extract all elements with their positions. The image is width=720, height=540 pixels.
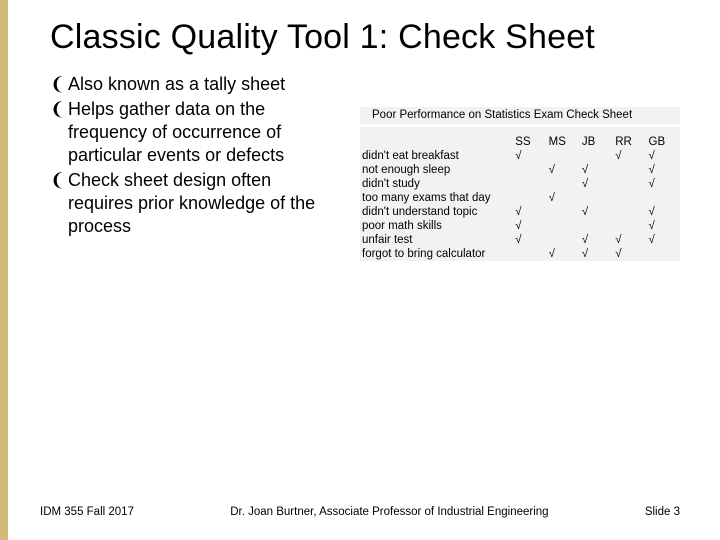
check-cell: √ (547, 191, 580, 205)
reason-cell: didn't eat breakfast (360, 149, 513, 163)
check-cell (513, 247, 546, 261)
check-cell (613, 191, 646, 205)
table-header-blank (360, 135, 513, 149)
table-row: not enough sleep√√√ (360, 163, 680, 177)
table-row: poor math skills√√ (360, 219, 680, 233)
check-cell: √ (580, 247, 613, 261)
check-cell (647, 191, 680, 205)
footer-center: Dr. Joan Burtner, Associate Professor of… (134, 506, 645, 518)
table-row: didn't eat breakfast√√√ (360, 149, 680, 163)
check-cell (580, 219, 613, 233)
reason-cell: didn't understand topic (360, 205, 513, 219)
table-row: didn't understand topic√√√ (360, 205, 680, 219)
check-cell: √ (647, 219, 680, 233)
bullet-text: Also known as a tally sheet (68, 73, 338, 96)
check-cell (580, 191, 613, 205)
check-cell (547, 233, 580, 247)
reason-cell: forgot to bring calculator (360, 247, 513, 261)
table-caption: Poor Performance on Statistics Exam Chec… (360, 107, 680, 124)
check-cell: √ (547, 247, 580, 261)
check-cell (513, 177, 546, 191)
check-cell (613, 219, 646, 233)
table-header-cell: RR (613, 135, 646, 149)
table-row: didn't study √ √ (360, 177, 680, 191)
check-cell (647, 247, 680, 261)
table-row: too many exams that day √ (360, 191, 680, 205)
check-cell (547, 219, 580, 233)
check-cell: √ (513, 233, 546, 247)
check-cell: √ (580, 163, 613, 177)
bullet-mark-icon: ❨ (50, 169, 68, 238)
check-cell: √ (613, 233, 646, 247)
reason-cell: not enough sleep (360, 163, 513, 177)
check-sheet-table: Poor Performance on Statistics Exam Chec… (360, 107, 680, 261)
footer-right: Slide 3 (645, 506, 680, 518)
reason-cell: poor math skills (360, 219, 513, 233)
check-cell (613, 205, 646, 219)
check-cell: √ (513, 219, 546, 233)
check-cell (613, 163, 646, 177)
check-cell (613, 177, 646, 191)
reason-cell: didn't study (360, 177, 513, 191)
check-cell: √ (647, 177, 680, 191)
check-cell: √ (580, 205, 613, 219)
slide-title: Classic Quality Tool 1: Check Sheet (50, 18, 680, 57)
check-cell: √ (580, 177, 613, 191)
check-cell: √ (580, 233, 613, 247)
check-cell: √ (647, 205, 680, 219)
bullet-list: ❨Also known as a tally sheet❨Helps gathe… (50, 73, 338, 261)
reason-cell: too many exams that day (360, 191, 513, 205)
check-cell: √ (647, 233, 680, 247)
table-row: forgot to bring calculator√√√ (360, 247, 680, 261)
table-header-cell: SS (513, 135, 546, 149)
table: SSMSJBRRGB didn't eat breakfast√√√not en… (360, 127, 680, 261)
table-header-cell: JB (580, 135, 613, 149)
slide-body: ❨Also known as a tally sheet❨Helps gathe… (50, 73, 680, 261)
check-cell (580, 149, 613, 163)
check-cell (513, 163, 546, 177)
footer-left: IDM 355 Fall 2017 (40, 506, 134, 518)
check-cell: √ (513, 149, 546, 163)
check-cell (547, 149, 580, 163)
check-cell: √ (647, 149, 680, 163)
check-cell (547, 205, 580, 219)
check-cell: √ (547, 163, 580, 177)
table-header-cell: GB (647, 135, 680, 149)
check-cell: √ (613, 247, 646, 261)
accent-bar (0, 0, 8, 540)
footer: IDM 355 Fall 2017 Dr. Joan Burtner, Asso… (40, 506, 680, 518)
check-cell (547, 177, 580, 191)
check-cell: √ (647, 163, 680, 177)
bullet-mark-icon: ❨ (50, 73, 68, 96)
table-header-cell: MS (547, 135, 580, 149)
reason-cell: unfair test (360, 233, 513, 247)
table-header-row: SSMSJBRRGB (360, 135, 680, 149)
table-row: unfair test√√√√ (360, 233, 680, 247)
bullet-text: Check sheet design often requires prior … (68, 169, 338, 238)
bullet-item: ❨Also known as a tally sheet (50, 73, 338, 96)
check-cell: √ (613, 149, 646, 163)
check-cell (513, 191, 546, 205)
bullet-mark-icon: ❨ (50, 98, 68, 167)
slide: Classic Quality Tool 1: Check Sheet ❨Als… (0, 0, 720, 540)
bullet-item: ❨Helps gather data on the frequency of o… (50, 98, 338, 167)
check-cell: √ (513, 205, 546, 219)
bullet-text: Helps gather data on the frequency of oc… (68, 98, 338, 167)
bullet-item: ❨Check sheet design often requires prior… (50, 169, 338, 238)
